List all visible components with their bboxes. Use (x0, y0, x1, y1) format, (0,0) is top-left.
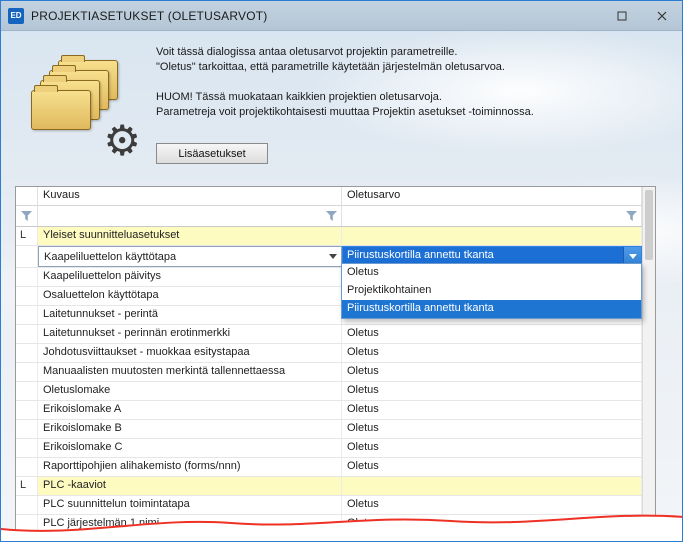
header-kuvaus[interactable]: Kuvaus (38, 187, 342, 205)
maximize-icon (617, 11, 627, 21)
row-label: Osaluettelon käyttötapa (38, 287, 342, 305)
advanced-settings-button[interactable]: Lisäasetukset (156, 143, 268, 164)
window-title: PROJEKTIASETUKSET (OLETUSARVOT) (31, 9, 267, 23)
row-label: Erikoislomake A (38, 401, 342, 419)
row-label: PLC järjestelmän 1 nimi (38, 515, 342, 533)
filter-icon[interactable] (626, 211, 637, 221)
row-label: Laitetunnukset - perintä (38, 306, 342, 324)
row-label: Kaapeliluettelon käyttötapa (44, 251, 329, 263)
combo-dropdown-list[interactable]: Oletus Projektikohtainen Piirustuskortil… (341, 263, 642, 319)
row-value: Oletus (342, 382, 642, 400)
gear-icon: ⚙ (103, 120, 141, 162)
titlebar[interactable]: ED PROJEKTIASETUKSET (OLETUSARVOT) (1, 1, 682, 31)
table-row[interactable]: PLC suunnittelun toimintatapa Oletus (16, 496, 642, 515)
row-value: Oletus (342, 458, 642, 476)
row-value (342, 477, 642, 495)
intro-text: Voit tässä dialogissa antaa oletusarvot … (156, 45, 656, 120)
intro-line-3: HUOM! Tässä muokataan kaikkien projektie… (156, 90, 656, 105)
row-label: Raporttipohjien alihakemisto (forms/nnn) (38, 458, 342, 476)
dropdown-item-selected[interactable]: Piirustuskortilla annettu tkanta (342, 300, 641, 318)
row-label: Oletuslomake (38, 382, 342, 400)
table-row-section[interactable]: L Yleiset suunnitteluasetukset (16, 227, 642, 246)
app-icon: ED (8, 8, 24, 24)
row-label: Yleiset suunnitteluasetukset (38, 227, 342, 245)
table-row[interactable]: Raporttipohjien alihakemisto (forms/nnn)… (16, 458, 642, 477)
chevron-down-icon[interactable] (329, 254, 337, 259)
row-value: Oletus (342, 401, 642, 419)
dropdown-item[interactable]: Projektikohtainen (342, 282, 641, 300)
row-value: Oletus (342, 496, 642, 514)
maximize-button[interactable] (602, 1, 642, 31)
row-value: Oletus (342, 344, 642, 362)
table-row[interactable]: Erikoislomake C Oletus (16, 439, 642, 458)
scrollbar-thumb[interactable] (645, 190, 653, 260)
row-label: Johdotusviittaukset - muokkaa esitystapa… (38, 344, 342, 362)
chevron-down-icon (629, 254, 637, 259)
table-row[interactable]: Erikoislomake A Oletus (16, 401, 642, 420)
filter-icon[interactable] (326, 211, 337, 221)
row-label: Erikoislomake B (38, 420, 342, 438)
intro-line-1: Voit tässä dialogissa antaa oletusarvot … (156, 45, 656, 60)
row-value: Oletus (342, 363, 642, 381)
table-header: Kuvaus Oletusarvo (16, 187, 642, 206)
row-value (342, 227, 642, 245)
row-label: PLC järjestelmän 2 nimi (38, 534, 342, 542)
header-left (16, 187, 38, 205)
row-label: PLC -kaaviot (38, 477, 342, 495)
row-label: Manuaalisten muutosten merkintä tallenne… (38, 363, 342, 381)
intro-line-2: "Oletus" tarkoittaa, että parametrille k… (156, 60, 656, 75)
project-folders-icon: ⚙ (31, 56, 143, 152)
close-icon (657, 11, 667, 21)
vertical-scrollbar[interactable] (642, 187, 655, 532)
row-value: Oletus (342, 515, 642, 533)
table-row[interactable]: Laitetunnukset - perinnän erotinmerkki O… (16, 325, 642, 344)
kuvaus-combo[interactable]: Kaapeliluettelon käyttötapa (38, 246, 342, 267)
table-row[interactable]: Erikoislomake B Oletus (16, 420, 642, 439)
filter-row (16, 206, 642, 227)
row-label: PLC suunnittelun toimintatapa (38, 496, 342, 514)
row-value: Oletus (342, 439, 642, 457)
dropdown-item[interactable]: Oletus (342, 264, 641, 282)
intro-line-4: Parametreja voit projektikohtaisesti muu… (156, 105, 656, 120)
folder-icon (31, 90, 91, 130)
table-row[interactable]: PLC järjestelmän 1 nimi Oletus (16, 515, 642, 534)
close-button[interactable] (642, 1, 682, 31)
row-value: Oletus (342, 420, 642, 438)
row-label: Laitetunnukset - perinnän erotinmerkki (38, 325, 342, 343)
row-label: Kaapeliluettelon päivitys (38, 268, 342, 286)
row-value: Oletus (342, 534, 642, 542)
header-oletusarvo[interactable]: Oletusarvo (342, 187, 642, 205)
table-row[interactable]: PLC järjestelmän 2 nimi Oletus (16, 534, 642, 542)
table-row[interactable]: Johdotusviittaukset - muokkaa esitystapa… (16, 344, 642, 363)
filter-icon[interactable] (21, 211, 32, 221)
table-row-section[interactable]: L PLC -kaaviot (16, 477, 642, 496)
dialog-window: ED PROJEKTIASETUKSET (OLETUSARVOT) ⚙ Voi… (0, 0, 683, 542)
row-label: Erikoislomake C (38, 439, 342, 457)
row-value: Oletus (342, 325, 642, 343)
table-row[interactable]: Manuaalisten muutosten merkintä tallenne… (16, 363, 642, 382)
table-row[interactable]: Oletuslomake Oletus (16, 382, 642, 401)
settings-table: Kuvaus Oletusarvo L Yleiset suunnittelua… (15, 186, 656, 533)
